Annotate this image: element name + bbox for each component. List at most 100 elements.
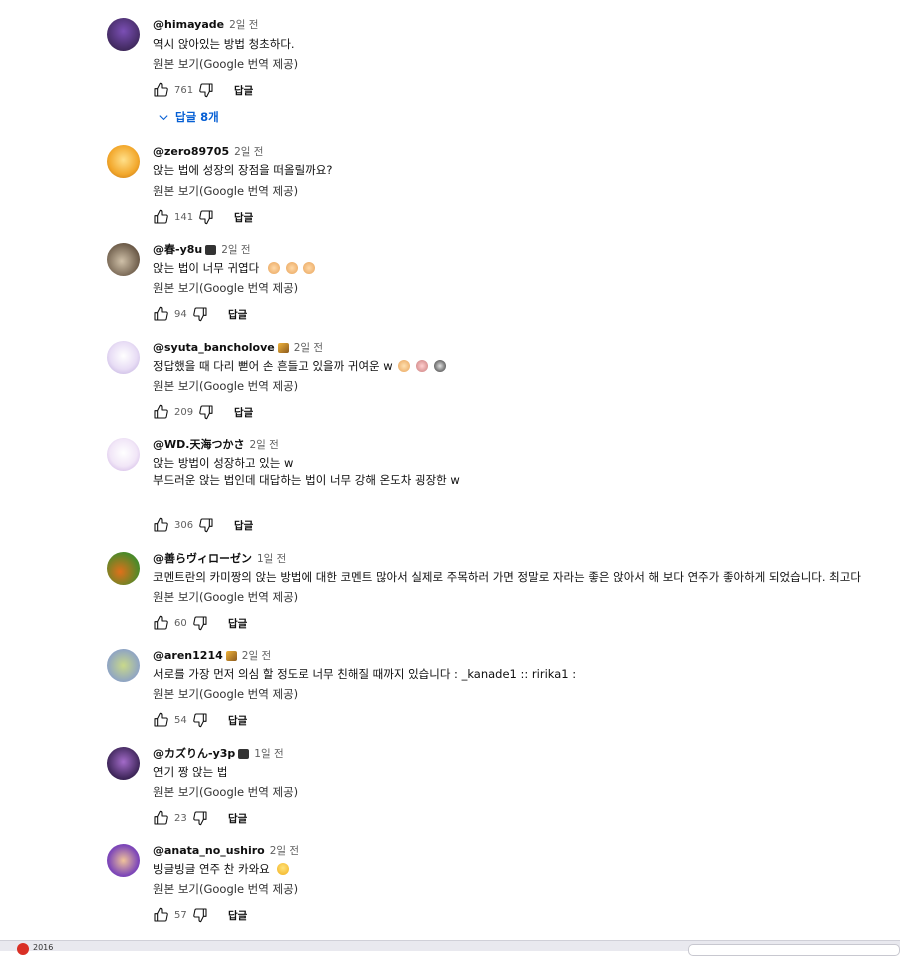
comment-author[interactable]: @WD.天海つかさ (153, 438, 244, 452)
comment-time[interactable]: 1일 전 (257, 552, 286, 566)
comment-actions: 57 답글 (153, 906, 247, 924)
custom-emoji-icon (285, 262, 298, 274)
comment-actions: 141 답글 (153, 208, 253, 226)
avatar[interactable] (107, 145, 140, 178)
comment-author[interactable]: @himayade (153, 18, 224, 32)
translate-link[interactable]: 원본 보기(Google 번역 제공) (153, 590, 298, 605)
comment-time[interactable]: 2일 전 (270, 844, 299, 858)
translate-link[interactable]: 원본 보기(Google 번역 제공) (153, 882, 298, 897)
taskbar-app-label: 2016 (33, 943, 54, 952)
comment-actions: 23 답글 (153, 809, 247, 827)
comment-author[interactable]: @カズりん-y3p (153, 747, 235, 761)
dislike-icon[interactable] (192, 712, 208, 728)
comment-text: 앉는 법이 너무 귀엽다 (153, 260, 316, 277)
member-badge-icon (277, 343, 289, 353)
like-count: 306 (174, 519, 194, 531)
replies-count-label: 답글 8개 (175, 110, 219, 124)
comment-author[interactable]: @善らヴィローゼン (153, 552, 252, 566)
chevron-down-icon (159, 114, 168, 120)
avatar[interactable] (107, 341, 140, 374)
comment-text: 서로를 가장 먼저 의심 할 정도로 너무 친해질 때까지 있습니다 : _ka… (153, 666, 576, 683)
reply-button[interactable]: 답글 (228, 908, 247, 923)
dislike-icon[interactable] (198, 517, 214, 533)
comment-time[interactable]: 2일 전 (249, 438, 278, 452)
dislike-icon[interactable] (192, 615, 208, 631)
view-replies-button[interactable]: 답글 8개 (158, 109, 219, 125)
translate-link[interactable]: 원본 보기(Google 번역 제공) (153, 281, 298, 296)
avatar[interactable] (107, 243, 140, 276)
dislike-icon[interactable] (192, 306, 208, 322)
like-icon[interactable] (153, 209, 169, 225)
app-icon[interactable] (17, 943, 29, 955)
reply-button[interactable]: 답글 (228, 811, 247, 826)
reply-button[interactable]: 답글 (228, 616, 247, 631)
like-count: 761 (174, 84, 194, 96)
comment-text: 정답했을 때 다리 뻗어 손 흔들고 있을까 귀여운 w (153, 358, 446, 375)
comment-time[interactable]: 2일 전 (221, 243, 250, 257)
like-icon[interactable] (153, 517, 169, 533)
avatar[interactable] (107, 844, 140, 877)
comment-time[interactable]: 2일 전 (294, 341, 323, 355)
comment-author[interactable]: @syuta_bancholove (153, 341, 275, 355)
translate-link[interactable]: 원본 보기(Google 번역 제공) (153, 687, 298, 702)
taskbar-search-box[interactable] (688, 944, 900, 956)
comment-actions: 306 답글 (153, 516, 253, 534)
dislike-icon[interactable] (198, 404, 214, 420)
like-count: 57 (174, 909, 187, 921)
comment-line: 앉는 법에 성장의 장점을 떠올릴까요? (153, 163, 333, 177)
avatar[interactable] (107, 552, 140, 585)
comment-line: 앉는 방법이 성장하고 있는 w (153, 456, 294, 470)
comment-author[interactable]: @aren1214 (153, 649, 223, 663)
comment-line: 역시 앉아있는 방법 청초하다. (153, 37, 295, 51)
reply-button[interactable]: 답글 (234, 83, 253, 98)
like-count: 60 (174, 617, 187, 629)
translate-link[interactable]: 원본 보기(Google 번역 제공) (153, 785, 298, 800)
comment-text: 빙글빙글 연주 찬 카와요 (153, 861, 290, 878)
comment-text: 연기 짱 앉는 법 (153, 764, 227, 781)
comment-author[interactable]: @春-y8u (153, 243, 202, 257)
dislike-icon[interactable] (198, 209, 214, 225)
comment-time[interactable]: 1일 전 (254, 747, 283, 761)
comment-time[interactable]: 2일 전 (234, 145, 263, 159)
comment-line: 앉는 법이 너무 귀엽다 (153, 261, 260, 275)
reply-button[interactable]: 답글 (228, 307, 247, 322)
member-badge-icon (205, 245, 217, 255)
like-icon[interactable] (153, 82, 169, 98)
avatar[interactable] (107, 649, 140, 682)
reply-button[interactable]: 답글 (234, 210, 253, 225)
comment-time[interactable]: 2일 전 (229, 18, 258, 32)
like-icon[interactable] (153, 404, 169, 420)
like-icon[interactable] (153, 306, 169, 322)
avatar[interactable] (107, 747, 140, 780)
custom-emoji-icon (267, 262, 280, 274)
like-icon[interactable] (153, 712, 169, 728)
comment-actions: 54 답글 (153, 711, 247, 729)
like-icon[interactable] (153, 810, 169, 826)
comment-line: 서로를 가장 먼저 의심 할 정도로 너무 친해질 때까지 있습니다 : _ka… (153, 667, 577, 681)
reply-button[interactable]: 답글 (234, 405, 253, 420)
avatar[interactable] (107, 438, 140, 471)
comment-line: 부드러운 앉는 법인데 대답하는 법이 너무 강해 온도차 굉장한 w (153, 473, 460, 487)
like-icon[interactable] (153, 615, 169, 631)
avatar[interactable] (107, 18, 140, 51)
reply-button[interactable]: 답글 (234, 518, 253, 533)
translate-link[interactable]: 원본 보기(Google 번역 제공) (153, 379, 298, 394)
translate-link[interactable]: 원본 보기(Google 번역 제공) (153, 184, 298, 199)
custom-emoji-icon (303, 262, 316, 274)
custom-emoji-icon (398, 360, 411, 372)
comment-line: 연기 짱 앉는 법 (153, 765, 228, 779)
dislike-icon[interactable] (192, 907, 208, 923)
translate-link[interactable]: 원본 보기(Google 번역 제공) (153, 57, 298, 72)
comment-text: 앉는 법에 성장의 장점을 떠올릴까요? (153, 162, 332, 179)
comment-actions: 761 답글 (153, 81, 253, 99)
custom-emoji-icon (415, 360, 428, 372)
comment-author[interactable]: @zero89705 (153, 145, 229, 159)
like-count: 54 (174, 714, 187, 726)
comment-time[interactable]: 2일 전 (242, 649, 271, 663)
like-count: 23 (174, 812, 187, 824)
dislike-icon[interactable] (192, 810, 208, 826)
dislike-icon[interactable] (198, 82, 214, 98)
reply-button[interactable]: 답글 (228, 713, 247, 728)
like-icon[interactable] (153, 907, 169, 923)
comment-author[interactable]: @anata_no_ushiro (153, 844, 265, 858)
